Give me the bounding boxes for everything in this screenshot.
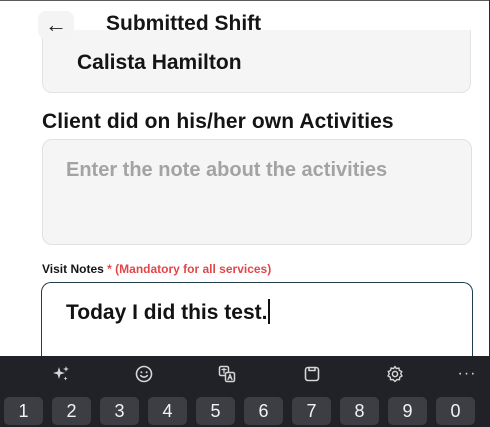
key-6[interactable]: 6: [244, 397, 283, 425]
back-button[interactable]: ←: [38, 11, 74, 39]
key-1[interactable]: 1: [4, 397, 43, 425]
text-cursor: [268, 299, 271, 324]
clipboard-icon: [304, 366, 320, 382]
key-2[interactable]: 2: [52, 397, 91, 425]
mandatory-marker: * (Mandatory for all services): [107, 262, 272, 276]
sparkle-icon: [53, 366, 69, 381]
activities-label: Client did on his/her own Activities: [42, 110, 394, 133]
key-3[interactable]: 3: [100, 397, 139, 425]
key-0[interactable]: 0: [436, 397, 475, 425]
activities-note-input[interactable]: [42, 139, 472, 245]
keyboard-toolbar: ···: [0, 356, 490, 392]
arrow-left-icon: ←: [45, 12, 67, 37]
client-name-value: Calista Hamilton: [77, 51, 242, 74]
number-key-row: 1 2 3 4 5 6 7 8 9 0: [0, 393, 490, 427]
clipboard-button[interactable]: [297, 362, 327, 386]
more-icon: ···: [457, 365, 477, 382]
more-button[interactable]: ···: [452, 362, 482, 386]
key-4[interactable]: 4: [148, 397, 187, 425]
visit-notes-input[interactable]: Today I did this test.: [41, 282, 473, 362]
key-8[interactable]: 8: [340, 397, 379, 425]
emoji-button[interactable]: [129, 362, 159, 386]
app-header: ← Submitted Shift: [0, 0, 490, 48]
visit-notes-label: Visit Notes: [42, 262, 104, 276]
sparkle-button[interactable]: [46, 362, 76, 386]
visit-notes-text: Today I did this test.: [66, 299, 271, 325]
key-5[interactable]: 5: [196, 397, 235, 425]
settings-icon: [387, 365, 403, 383]
key-7[interactable]: 7: [292, 397, 331, 425]
settings-button[interactable]: [380, 362, 410, 386]
visit-notes-label-row: Visit Notes * (Mandatory for all service…: [42, 262, 271, 276]
on-screen-keyboard: ··· 1 2 3 4 5 6 7 8 9 0: [0, 356, 490, 427]
emoji-icon: [135, 365, 153, 383]
key-9[interactable]: 9: [388, 397, 427, 425]
translate-icon: [218, 365, 236, 383]
page-title: Submitted Shift: [106, 12, 262, 35]
visit-notes-value: Today I did this test.: [66, 301, 268, 324]
translate-button[interactable]: [212, 362, 242, 386]
